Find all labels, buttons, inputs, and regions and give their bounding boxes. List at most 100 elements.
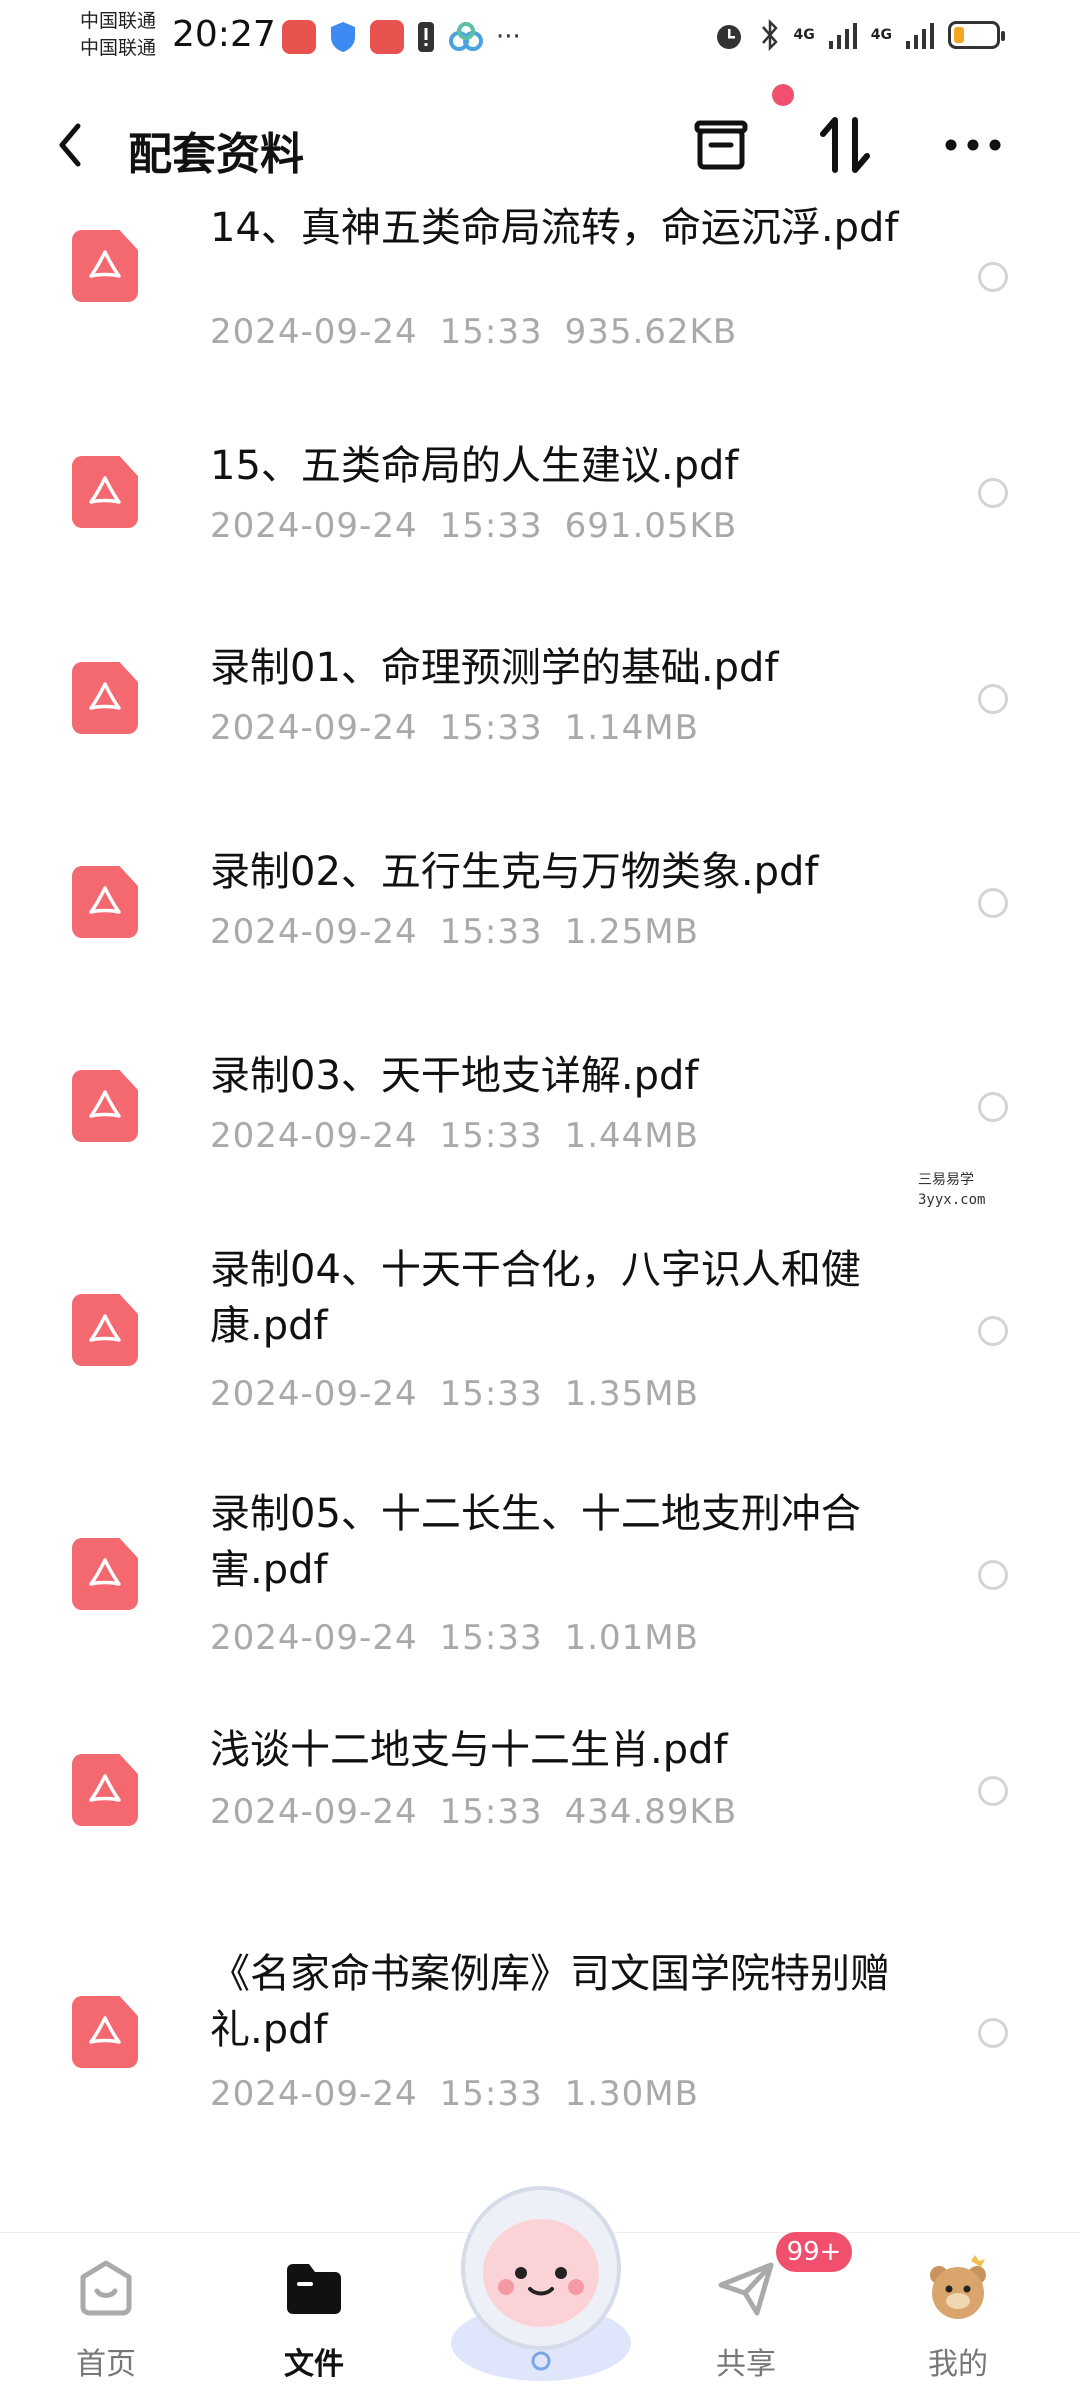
file-date: 2024-09-24 [210,2074,418,2114]
file-size: 1.44MB [564,1116,699,1156]
signal-icon [828,23,857,49]
bottom-tab-bar: 首页 文件 共享 我的 [0,2186,1080,2401]
header: 配套资料 [0,70,1080,220]
tab-files-label: 文件 [284,2347,344,2382]
file-meta: 2024-09-24 15:33 1.30MB [210,2074,721,2114]
mascot-button[interactable] [436,2173,646,2383]
cloud-drive-icon [449,22,483,51]
file-size: 1.35MB [564,1374,699,1414]
pdf-file-icon [72,662,138,734]
carrier-2: 中国联通 [80,37,157,59]
list-item[interactable]: 录制05、十二长生、十二地支刑冲合害.pdf 2024-09-24 15:33 1.… [0,1486,1080,1726]
file-date: 2024-09-24 [210,912,418,952]
watermark-line-2: 3yyx.com [918,1192,986,1208]
file-name: 浅谈十二地支与十二生肖.pdf [210,1727,728,1773]
transfer-list-button[interactable] [688,112,754,178]
tab-share-label: 共享 [716,2347,776,2382]
signal-icon-2 [906,23,934,49]
file-date: 2024-09-24 [210,1374,418,1414]
file-meta: 2024-09-24 15:33 691.05KB [210,506,759,546]
status-bar: 中国联通 中国联通 20:27 ··· 4G 4G [0,0,1080,70]
file-time: 15:33 [439,1374,543,1414]
pdf-file-icon [72,1996,138,2068]
share-count-badge: 99+ [776,2232,852,2272]
pdf-file-icon [72,456,138,528]
select-radio[interactable] [978,262,1008,292]
carrier-info: 中国联通 中国联通 [80,8,156,62]
select-radio[interactable] [978,1776,1008,1806]
notification-dot [772,84,794,106]
file-name: 录制02、五行生克与万物类象.pdf [210,849,819,895]
file-time: 15:33 [439,1116,543,1156]
file-time: 15:33 [439,1792,543,1832]
network-type-2: 4G [870,27,892,43]
file-time: 15:33 [439,912,543,952]
status-time: 20:27 [172,14,276,55]
file-date: 2024-09-24 [210,506,418,546]
file-date: 2024-09-24 [210,312,418,352]
pdf-file-icon [72,1538,138,1610]
file-size: 434.89KB [564,1792,738,1832]
watermark-line-1: 三易易学 [918,1172,974,1188]
pdf-file-icon [72,1754,138,1826]
home-icon [71,2253,141,2323]
select-radio[interactable] [978,478,1008,508]
pdf-file-icon [72,1070,138,1142]
notification-icons: ··· [282,20,521,54]
tab-home[interactable]: 首页 [36,2253,176,2383]
huawei-app-icon [282,20,316,54]
file-date: 2024-09-24 [210,1116,418,1156]
file-size: 935.62KB [564,312,738,352]
sort-button[interactable] [812,112,878,178]
select-radio[interactable] [978,1092,1008,1122]
file-name: 录制03、天干地支详解.pdf [210,1053,699,1099]
file-size: 1.14MB [564,708,699,748]
select-radio[interactable] [978,888,1008,918]
select-radio[interactable] [978,1560,1008,1590]
tab-share[interactable]: 共享 [676,2253,816,2383]
more-dots-icon [945,139,1001,151]
tab-mine[interactable]: 我的 [888,2253,1028,2383]
battery-icon [948,21,1005,49]
carrier-1: 中国联通 [80,10,157,32]
tab-files[interactable]: 文件 [244,2253,384,2383]
shield-icon [331,22,355,52]
file-name: 录制04、十天干合化，八字识人和健康.pdf [210,1247,861,1349]
chevron-left-icon [59,123,81,167]
select-radio[interactable] [978,684,1008,714]
network-type-1: 4G [793,27,815,43]
file-meta: 2024-09-24 15:33 935.62KB [210,312,759,352]
file-meta: 2024-09-24 15:33 1.14MB [210,708,721,748]
file-size: 1.01MB [564,1618,699,1658]
file-name: 14、真神五类命局流转，命运沉浮.pdf [210,205,899,251]
more-notifications-icon: ··· [496,22,521,52]
sort-arrows-icon [820,117,870,173]
list-item[interactable]: 录制01、命理预测学的基础.pdf 2024-09-24 15:33 1.14MB [0,632,1080,812]
archive-box-icon [694,120,748,170]
file-size: 1.25MB [564,912,699,952]
list-item[interactable]: 录制04、十天干合化，八字识人和健康.pdf 2024-09-24 15:33 1.… [0,1242,1080,1482]
watermark: 三易易学 3yyx.com [918,1170,985,1210]
file-time: 15:33 [439,312,543,352]
back-button[interactable] [50,120,90,170]
list-item[interactable]: 浅谈十二地支与十二生肖.pdf 2024-09-24 15:33 434.89KB [0,1722,1080,1902]
page-title: 配套资料 [128,129,304,180]
file-date: 2024-09-24 [210,1618,418,1658]
select-radio[interactable] [978,2018,1008,2048]
file-meta: 2024-09-24 15:33 1.35MB [210,1374,721,1414]
list-item[interactable]: 15、五类命局的人生建议.pdf 2024-09-24 15:33 691.05KB [0,430,1080,610]
file-time: 15:33 [439,1618,543,1658]
file-size: 1.30MB [564,2074,699,2114]
file-date: 2024-09-24 [210,708,418,748]
select-radio[interactable] [978,1316,1008,1346]
more-options-button[interactable] [940,112,1006,178]
list-item[interactable]: 《名家命书案例库》司文国学院特别赠礼.pdf 2024-09-24 15:33 1.… [0,1946,1080,2186]
list-item[interactable]: 录制02、五行生克与万物类象.pdf 2024-09-24 15:33 1.25MB [0,836,1080,1016]
file-size: 691.05KB [564,506,738,546]
huawei-app-icon-2 [370,20,404,54]
list-item[interactable]: 14、真神五类命局流转，命运沉浮.pdf 2024-09-24 15:33 935.… [0,200,1080,400]
alert-icon [418,22,434,52]
bluetooth-icon [761,18,778,52]
file-meta: 2024-09-24 15:33 434.89KB [210,1792,759,1832]
file-name: 《名家命书案例库》司文国学院特别赠礼.pdf [210,1951,890,2053]
